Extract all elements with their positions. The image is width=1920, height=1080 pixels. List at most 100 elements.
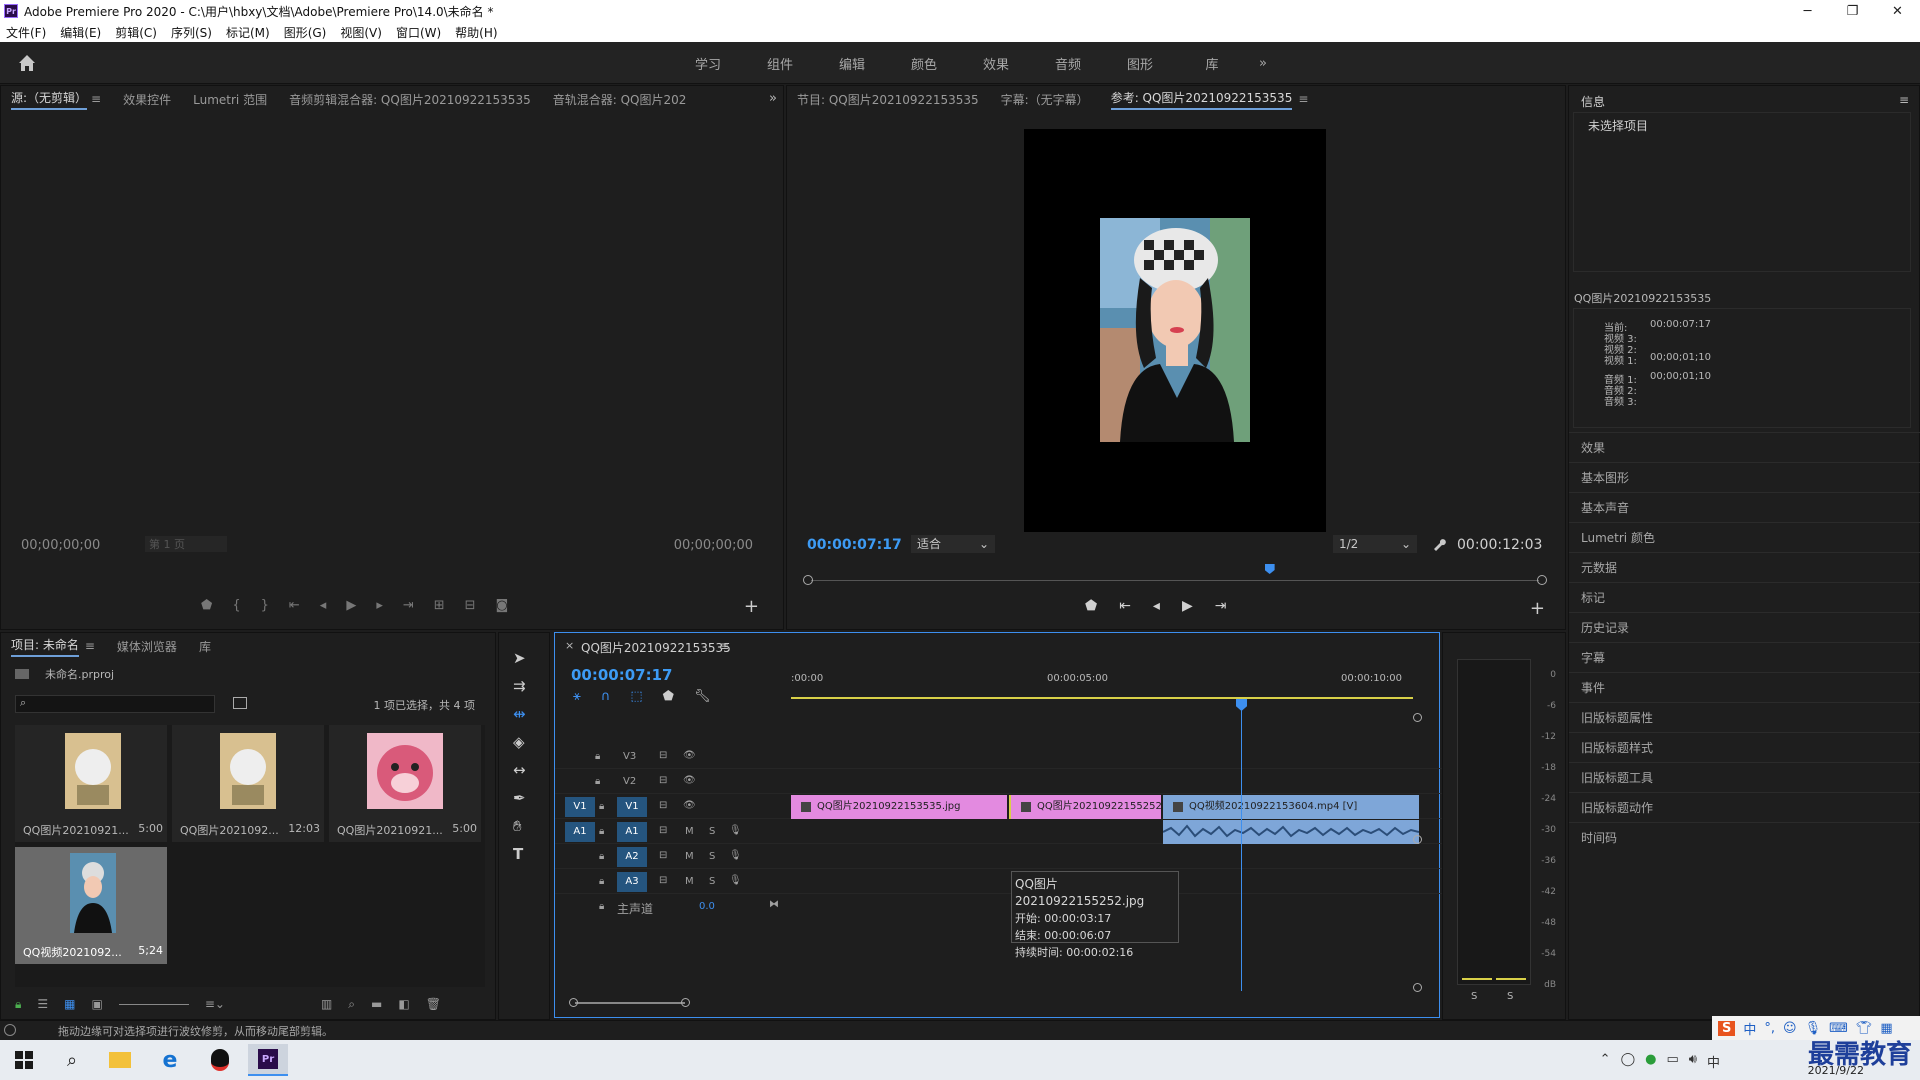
mark-out-icon[interactable]: } [261, 598, 269, 616]
lock-icon[interactable]: 🔒︎ [599, 826, 604, 837]
microphone-icon[interactable]: 🎙︎ [729, 825, 742, 836]
tab-libraries[interactable]: 库 [199, 638, 211, 655]
step-forward-icon[interactable]: ▸ [376, 598, 383, 616]
source-page-select[interactable]: 第 1 页 [145, 536, 227, 552]
panel-item-12[interactable]: 旧版标题动作 [1569, 792, 1920, 822]
workspace-graphics[interactable]: 图形 [1104, 54, 1176, 73]
tab-effect-controls[interactable]: 效果控件 [123, 91, 171, 108]
sync-lock-icon[interactable]: ⊟ [659, 800, 667, 811]
hand-tool-icon[interactable]: ✋︎ [513, 817, 526, 835]
nest-icon[interactable]: ⚹ [573, 689, 581, 704]
timeline-timecode[interactable]: 00:00:07:17 [571, 666, 673, 684]
panel-item-13[interactable]: 时间码 [1569, 822, 1920, 852]
timeline-sequence-tab[interactable]: QQ图片20210922153535 [581, 639, 731, 656]
play-icon[interactable]: ▶ [346, 598, 356, 616]
master-volume-value[interactable]: 0.0 [699, 901, 715, 912]
automate-to-sequence-icon[interactable]: ▥ [321, 997, 332, 1011]
ime-menu-icon[interactable]: ▦ [1880, 1021, 1892, 1036]
menu-graphics[interactable]: 图形(G) [284, 24, 327, 41]
razor-tool-icon[interactable]: ◈ [513, 733, 526, 751]
tab-source[interactable]: 源:（无剪辑） [11, 89, 88, 110]
workspace-audio[interactable]: 音频 [1032, 54, 1104, 73]
ime-punct-icon[interactable]: °, [1764, 1021, 1775, 1036]
work-area-bar[interactable] [791, 697, 1413, 699]
ripple-edit-tool-icon[interactable]: ⇹ [513, 705, 526, 723]
track-label-a3[interactable]: A3 [617, 872, 647, 892]
linked-selection-icon[interactable]: ⬚ [630, 689, 642, 704]
file-explorer-icon[interactable] [100, 1044, 140, 1076]
solo-button[interactable]: S [709, 876, 715, 887]
minimize-button[interactable]: ─ [1785, 0, 1830, 22]
media-item-image-3[interactable]: QQ图片20210921... 5:00 [329, 725, 481, 842]
timeline-playhead-head[interactable] [1236, 699, 1247, 711]
panel-item-3[interactable]: Lumetri 颜色 [1569, 522, 1920, 552]
lock-icon[interactable]: 🔒︎ [599, 901, 604, 912]
resolution-dropdown[interactable]: 1/2 ⌄ [1333, 535, 1417, 553]
menu-window[interactable]: 窗口(W) [396, 24, 441, 41]
program-playhead[interactable] [1264, 564, 1275, 574]
notification-icon[interactable]: ◯ [1621, 1052, 1636, 1071]
step-back-icon[interactable]: ◂ [320, 598, 327, 616]
sync-lock-icon[interactable]: ⊟ [659, 850, 667, 861]
ime-emoji-icon[interactable]: ☺ [1783, 1021, 1797, 1036]
tab-media-browser[interactable]: 媒体浏览器 [117, 638, 177, 655]
eye-icon[interactable]: 👁︎ [683, 775, 696, 786]
track-label-a1[interactable]: A1 [617, 822, 647, 842]
panel-item-10[interactable]: 旧版标题样式 [1569, 732, 1920, 762]
track-label-v3[interactable]: V3 [623, 751, 636, 762]
menu-sequence[interactable]: 序列(S) [171, 24, 212, 41]
ime-keyboard-icon[interactable]: ⌨ [1829, 1021, 1848, 1036]
security-icon[interactable]: ● [1645, 1052, 1656, 1071]
slip-tool-icon[interactable]: ↔ [513, 761, 526, 779]
timeline-horizontal-scrollbar[interactable] [569, 997, 1419, 1009]
ime-skin-icon[interactable]: 👕︎ [1856, 1021, 1873, 1036]
freeform-view-icon[interactable]: ▣ [92, 997, 103, 1011]
tab-audio-track-mixer[interactable]: 音轨混合器: QQ图片202 [553, 91, 687, 108]
go-to-in-icon[interactable]: ⇤ [1119, 598, 1131, 614]
tab-audio-clip-mixer[interactable]: 音频剪辑混合器: QQ图片20210922153535 [289, 91, 531, 108]
menu-help[interactable]: 帮助(H) [455, 24, 497, 41]
lock-icon[interactable]: 🔒︎ [595, 751, 600, 762]
qq-icon[interactable] [200, 1044, 240, 1076]
source-patch-a1[interactable]: A1 [565, 822, 595, 842]
sync-lock-icon[interactable]: ⊟ [659, 775, 667, 786]
workspace-color[interactable]: 颜色 [888, 54, 960, 73]
master-end-icon[interactable]: ⧓ [769, 899, 779, 910]
program-timeline-ruler[interactable] [801, 562, 1549, 588]
edge-browser-icon[interactable]: e [150, 1044, 190, 1076]
timeline-tab-menu-icon[interactable]: ≡ [719, 639, 729, 653]
export-frame-icon[interactable]: ◙ [496, 598, 509, 616]
lock-icon[interactable]: 🔒︎ [15, 997, 21, 1012]
workspace-learn[interactable]: 学习 [672, 54, 744, 73]
solo-button[interactable]: S [709, 851, 715, 862]
list-view-icon[interactable]: ☰ [37, 997, 48, 1011]
tab-source-menu-icon[interactable]: ≡ [91, 92, 101, 106]
workspace-more-button[interactable]: » [1248, 56, 1278, 71]
eye-icon[interactable]: 👁︎ [683, 800, 696, 811]
tab-reference-menu-icon[interactable]: ≡ [1298, 92, 1308, 106]
step-back-icon[interactable]: ◂ [1153, 598, 1160, 614]
scrollbar-start-handle[interactable] [569, 998, 578, 1007]
timeline-scroll-handle[interactable] [1413, 713, 1422, 722]
ime-mic-icon[interactable]: 🎙︎ [1805, 1021, 1822, 1036]
track-label-v2[interactable]: V2 [623, 776, 636, 787]
clip-video-3[interactable]: QQ视频20210922153604.mp4 [V] [1163, 795, 1419, 819]
source-more-tabs-button[interactable]: » [769, 91, 777, 106]
menu-file[interactable]: 文件(F) [6, 24, 46, 41]
sync-lock-icon[interactable]: ⊟ [659, 875, 667, 886]
info-panel-menu-icon[interactable]: ≡ [1899, 93, 1909, 107]
sogou-icon[interactable]: S [1718, 1020, 1736, 1036]
new-item-icon[interactable]: ◧ [398, 997, 409, 1011]
source-add-button[interactable]: + [744, 596, 759, 617]
fit-dropdown[interactable]: 适合 ⌄ [911, 535, 995, 553]
go-to-in-icon[interactable]: ⇤ [289, 598, 300, 616]
timeline-scroll-handle[interactable] [1413, 983, 1422, 992]
panel-item-11[interactable]: 旧版标题工具 [1569, 762, 1920, 792]
workspace-assembly[interactable]: 组件 [744, 54, 816, 73]
timeline-scroll-handle[interactable] [1413, 835, 1422, 844]
menu-clip[interactable]: 剪辑(C) [115, 24, 157, 41]
scrollbar-end-handle[interactable] [681, 998, 690, 1007]
tab-program[interactable]: 节目: QQ图片20210922153535 [797, 91, 979, 108]
maximize-button[interactable]: ❐ [1830, 0, 1875, 22]
menu-markers[interactable]: 标记(M) [226, 24, 270, 41]
